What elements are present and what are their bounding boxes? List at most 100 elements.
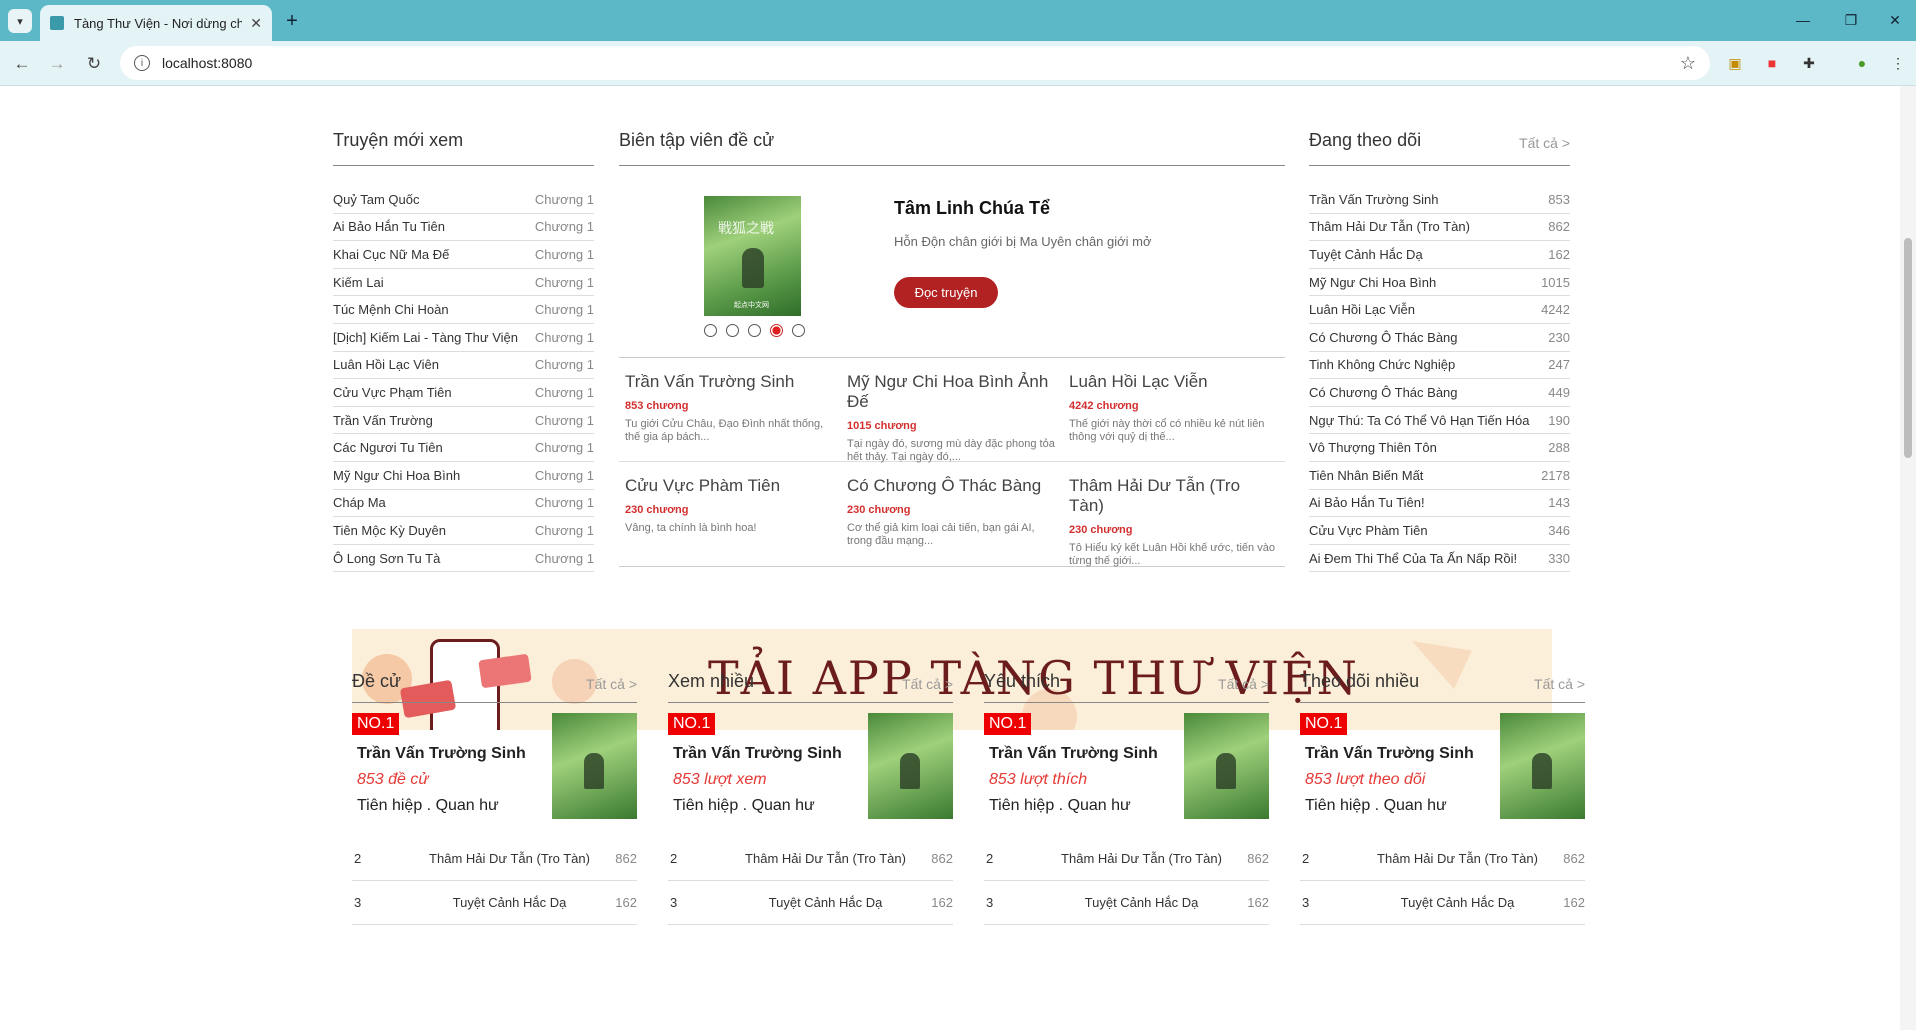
story-name[interactable]: Vô Thượng Thiên Tôn: [1309, 440, 1437, 455]
following-item[interactable]: Cửu Vực Phàm Tiên 346: [1309, 517, 1570, 545]
story-name[interactable]: Thâm Hải Dư Tẫn (Tro Tàn): [1309, 219, 1470, 234]
recent-item[interactable]: Cửu Vực Phạm Tiên Chương 1: [333, 379, 594, 407]
following-item[interactable]: Tuyệt Cảnh Hắc Dạ 162: [1309, 241, 1570, 269]
chapter-label[interactable]: Chương 1: [535, 357, 594, 372]
ranking-row[interactable]: 3 Tuyệt Cảnh Hắc Dạ 162: [352, 881, 637, 925]
chapter-label[interactable]: Chương 1: [535, 247, 594, 262]
story-name[interactable]: Tuyệt Cảnh Hắc Dạ: [1038, 895, 1245, 910]
story-title[interactable]: Trần Vấn Trường Sinh: [625, 372, 835, 392]
story-name[interactable]: Tuyệt Cảnh Hắc Dạ: [1309, 247, 1423, 262]
following-item[interactable]: Thâm Hải Dư Tẫn (Tro Tàn) 862: [1309, 214, 1570, 242]
story-cover-image[interactable]: [1184, 713, 1269, 819]
tab-search-chevron-icon[interactable]: ▾: [8, 9, 32, 33]
profile-avatar-icon[interactable]: ●: [1852, 53, 1872, 73]
recent-item[interactable]: Các Ngươi Tu Tiên Chương 1: [333, 434, 594, 462]
chapter-label[interactable]: Chương 1: [535, 275, 594, 290]
carousel-dot[interactable]: [748, 324, 761, 337]
story-name[interactable]: Cửu Vực Phạm Tiên: [333, 385, 452, 400]
following-item[interactable]: Mỹ Ngư Chi Hoa Bình 1015: [1309, 269, 1570, 297]
story-name[interactable]: Ô Long Sơn Tu Tà: [333, 551, 440, 566]
following-item[interactable]: Luân Hồi Lạc Viễn 4242: [1309, 296, 1570, 324]
view-all-link[interactable]: Tất cả >: [586, 676, 637, 692]
view-all-link[interactable]: Tất cả >: [1534, 676, 1585, 692]
story-name[interactable]: Trần Vấn Trường Sinh: [989, 745, 1158, 763]
featured-cover-image[interactable]: 戦狐之戦 起点中文网: [704, 196, 801, 316]
story-title[interactable]: Luân Hồi Lạc Viễn: [1069, 372, 1279, 392]
story-title[interactable]: Cửu Vực Phàm Tiên: [625, 476, 835, 496]
chapter-label[interactable]: Chương 1: [535, 413, 594, 428]
story-name[interactable]: Cháp Ma: [333, 495, 386, 510]
story-name[interactable]: Luân Hồi Lạc Viên: [333, 357, 439, 372]
recent-item[interactable]: Cháp Ma Chương 1: [333, 490, 594, 518]
story-name[interactable]: Quỷ Tam Quốc: [333, 192, 419, 207]
chapter-label[interactable]: Chương 1: [535, 219, 594, 234]
following-item[interactable]: Ngự Thú: Ta Có Thể Vô Hạn Tiến Hóa 190: [1309, 407, 1570, 435]
chapter-label[interactable]: Chương 1: [535, 330, 594, 345]
new-tab-plus-icon[interactable]: +: [280, 9, 304, 33]
recent-item[interactable]: [Dịch] Kiếm Lai - Tàng Thư Viện Chương 1: [333, 324, 594, 352]
chapter-label[interactable]: Chương 1: [535, 551, 594, 566]
story-name[interactable]: Tuyệt Cảnh Hắc Dạ: [1354, 895, 1561, 910]
editor-pick-card[interactable]: Có Chương Ô Thác Bàng 230 chương Cơ thể gi…: [841, 462, 1063, 566]
chapter-label[interactable]: Chương 1: [535, 495, 594, 510]
story-name[interactable]: Ai Bảo Hắn Tu Tiên: [333, 219, 445, 234]
story-name[interactable]: Mỹ Ngư Chi Hoa Bình: [1309, 275, 1436, 290]
carousel-dot[interactable]: [726, 324, 739, 337]
story-name[interactable]: Trần Vấn Trường Sinh: [357, 745, 526, 763]
story-name[interactable]: Khai Cục Nữ Ma Đế: [333, 247, 449, 262]
forward-arrow-icon[interactable]: →: [45, 52, 69, 76]
cast-extension-icon[interactable]: ▣: [1725, 53, 1745, 73]
top-ranked-story[interactable]: NO.1 Trần Vấn Trường Sinh 853 lượt theo dõ…: [1300, 713, 1585, 837]
editor-pick-card[interactable]: Cửu Vực Phàm Tiên 230 chương Vâng, ta chín…: [619, 462, 841, 566]
story-name[interactable]: Tiên Mộc Kỳ Duyên: [333, 523, 446, 538]
featured-title[interactable]: Tâm Linh Chúa Tể: [894, 198, 1050, 219]
story-name[interactable]: Trần Vấn Trường Sinh: [673, 745, 842, 763]
bookmark-star-icon[interactable]: ☆: [1680, 53, 1696, 74]
top-ranked-story[interactable]: NO.1 Trần Vấn Trường Sinh 853 lượt xem Tiên…: [668, 713, 953, 837]
ranking-row[interactable]: 2 Thâm Hải Dư Tẫn (Tro Tàn) 862: [984, 837, 1269, 881]
chapter-label[interactable]: Chương 1: [535, 468, 594, 483]
story-name[interactable]: Tinh Không Chức Nghiệp: [1309, 357, 1455, 372]
recent-item[interactable]: Mỹ Ngư Chi Hoa Bình Chương 1: [333, 462, 594, 490]
story-name[interactable]: Túc Mệnh Chi Hoàn: [333, 302, 449, 317]
carousel-dot[interactable]: [704, 324, 717, 337]
recent-item[interactable]: Khai Cục Nữ Ma Đế Chương 1: [333, 241, 594, 269]
reload-icon[interactable]: ↻: [82, 52, 106, 76]
story-title[interactable]: Thâm Hải Dư Tẫn (Tro Tàn): [1069, 476, 1279, 516]
story-name[interactable]: Tuyệt Cảnh Hắc Dạ: [406, 895, 613, 910]
site-info-icon[interactable]: i: [134, 55, 150, 71]
view-all-link[interactable]: Tất cả >: [1218, 676, 1269, 692]
story-name[interactable]: Thâm Hải Dư Tẫn (Tro Tàn): [1038, 851, 1245, 866]
recent-item[interactable]: Túc Mệnh Chi Hoàn Chương 1: [333, 296, 594, 324]
recent-item[interactable]: Kiếm Lai Chương 1: [333, 269, 594, 297]
chapter-label[interactable]: Chương 1: [535, 523, 594, 538]
story-name[interactable]: Có Chương Ô Thác Bàng: [1309, 330, 1458, 345]
editor-pick-card[interactable]: Trần Vấn Trường Sinh 853 chương Tu giới Cử…: [619, 358, 841, 462]
recent-item[interactable]: Luân Hồi Lạc Viên Chương 1: [333, 352, 594, 380]
story-cover-image[interactable]: [1500, 713, 1585, 819]
top-ranked-story[interactable]: NO.1 Trần Vấn Trường Sinh 853 đề cử Tiên hi…: [352, 713, 637, 837]
story-name[interactable]: Tiên Nhân Biến Mất: [1309, 468, 1423, 483]
restore-icon[interactable]: ❐: [1836, 8, 1866, 32]
chapter-label[interactable]: Chương 1: [535, 192, 594, 207]
editor-pick-card[interactable]: Mỹ Ngư Chi Hoa Bình Ảnh Đế 1015 chương Tại…: [841, 358, 1063, 463]
following-item[interactable]: Tinh Không Chức Nghiệp 247: [1309, 352, 1570, 380]
chapter-label[interactable]: Chương 1: [535, 302, 594, 317]
menu-kebab-icon[interactable]: ⋮: [1888, 53, 1908, 73]
story-name[interactable]: Ai Bảo Hắn Tu Tiên!: [1309, 495, 1425, 510]
carousel-dot-active[interactable]: [770, 324, 783, 337]
extensions-puzzle-icon[interactable]: ✚: [1799, 53, 1819, 73]
recent-item[interactable]: Ai Bảo Hắn Tu Tiên Chương 1: [333, 214, 594, 242]
ranking-row[interactable]: 2 Thâm Hải Dư Tẫn (Tro Tàn) 862: [1300, 837, 1585, 881]
story-name[interactable]: Trần Vấn Trường: [333, 413, 433, 428]
view-all-link[interactable]: Tất cả >: [1519, 135, 1570, 151]
tab-close-icon[interactable]: ✕: [250, 15, 262, 32]
following-item[interactable]: Có Chương Ô Thác Bàng 449: [1309, 379, 1570, 407]
story-name[interactable]: Trần Vấn Trường Sinh: [1309, 192, 1438, 207]
recent-item[interactable]: Ô Long Sơn Tu Tà Chương 1: [333, 545, 594, 573]
read-story-button[interactable]: Đọc truyện: [894, 277, 998, 308]
story-name[interactable]: Thâm Hải Dư Tẫn (Tro Tàn): [1354, 851, 1561, 866]
story-title[interactable]: Có Chương Ô Thác Bàng: [847, 476, 1057, 496]
ranking-row[interactable]: 3 Tuyệt Cảnh Hắc Dạ 162: [984, 881, 1269, 925]
story-title[interactable]: Mỹ Ngư Chi Hoa Bình Ảnh Đế: [847, 372, 1057, 412]
